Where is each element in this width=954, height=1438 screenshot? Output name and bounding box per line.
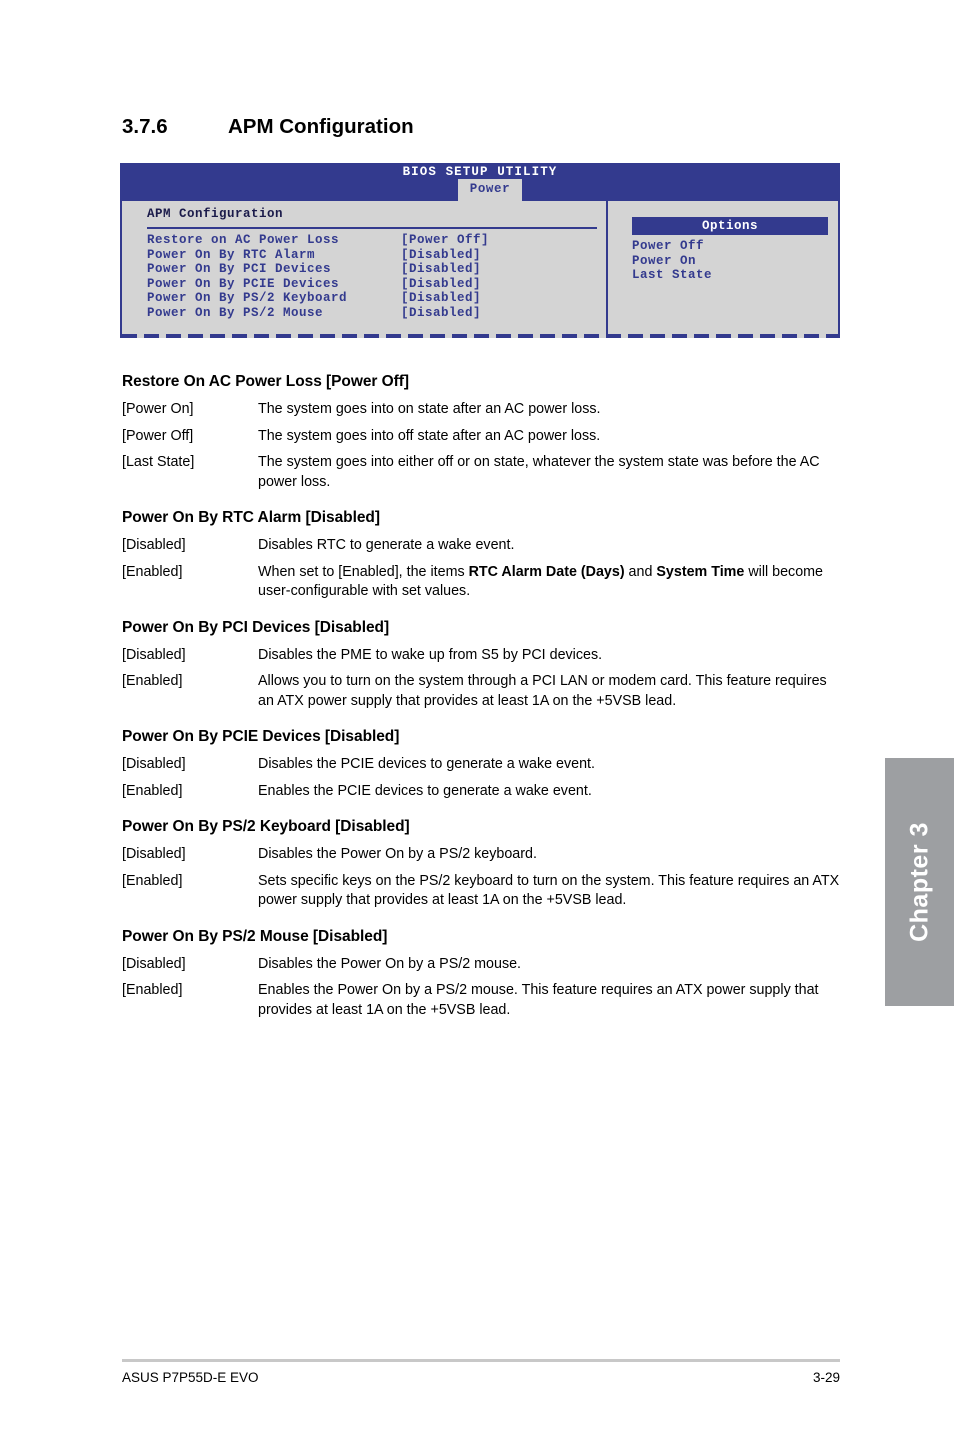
setting-description-block: Power On By PCI Devices [Disabled] [Disab…: [122, 619, 840, 712]
bios-option-item[interactable]: Power Off: [632, 239, 712, 254]
setting-heading: Power On By PCIE Devices [Disabled]: [122, 728, 400, 745]
bios-setting-label: Power On By RTC Alarm: [147, 247, 316, 262]
bios-tab-power[interactable]: Power: [458, 179, 522, 201]
definition-row: [Enabled] Enables the PCIE devices to gen…: [122, 782, 840, 802]
definition-term: [Enabled]: [122, 982, 183, 998]
chapter-tab-label: Chapter 3: [905, 822, 933, 942]
bios-panel-heading: APM Configuration: [147, 207, 284, 221]
definition-row: [Disabled] Disables the Power On by a PS/…: [122, 845, 840, 865]
definition-description: The system goes into off state after an …: [258, 427, 601, 444]
definition-row: [Power Off] The system goes into off stat…: [122, 427, 840, 447]
definition-description: Disables RTC to generate a wake event.: [258, 537, 515, 553]
definition-row: [Enabled] When set to [Enabled], the item…: [122, 563, 840, 602]
bios-options-pane: Options Power Off Power On Last State: [608, 201, 838, 334]
bios-setting-value[interactable]: [Disabled]: [401, 262, 481, 277]
definition-row: [Disabled] Disables the Power On by a PS/…: [122, 955, 840, 975]
bios-settings-list: Restore on AC Power Loss [Power Off] Power…: [147, 233, 600, 321]
bios-titlebar: BIOS SETUP UTILITY Power: [120, 163, 840, 201]
definition-row: [Enabled] Allows you to turn on the syste…: [122, 672, 840, 711]
definition-description: Sets specific keys on the PS/2 keyboard …: [258, 872, 840, 909]
bios-setting-value[interactable]: [Disabled]: [401, 277, 481, 292]
bios-setting-row[interactable]: Power On By PCI Devices [Disabled]: [147, 262, 600, 277]
definition-description: The system goes into either off or on st…: [258, 454, 820, 490]
bios-setting-label: Power On By PCIE Devices: [147, 276, 340, 291]
setting-description-block: Power On By PCIE Devices [Disabled] [Disa…: [122, 728, 840, 801]
bios-setting-label: Power On By PS/2 Keyboard: [147, 291, 348, 306]
definition-term: [Disabled]: [122, 537, 186, 553]
bios-setting-value[interactable]: [Disabled]: [401, 248, 481, 263]
bios-setting-row[interactable]: Power On By PS/2 Mouse [Disabled]: [147, 306, 600, 321]
definition-row: [Last State] The system goes into either …: [122, 453, 840, 492]
section-number: 3.7.6: [122, 115, 168, 138]
definition-term: [Enabled]: [122, 563, 183, 580]
setting-heading: Restore On AC Power Loss [Power Off]: [122, 373, 410, 390]
setting-heading: Power On By PS/2 Keyboard [Disabled]: [122, 818, 410, 835]
definition-term: [Enabled]: [122, 872, 183, 889]
definition-term: [Disabled]: [122, 846, 186, 862]
definition-description: Disables the PME to wake up from S5 by P…: [258, 646, 603, 663]
bios-setting-label: Power On By PS/2 Mouse: [147, 305, 324, 320]
bios-options-header: Options: [632, 217, 828, 235]
section-title: APM Configuration: [228, 115, 414, 138]
definition-description: Disables the PCIE devices to generate a …: [258, 756, 595, 772]
bios-body: APM Configuration Restore on AC Power Lo…: [120, 201, 840, 338]
setting-description-block: Power On By RTC Alarm [Disabled] [Disable…: [122, 509, 840, 602]
definition-term: [Power Off]: [122, 427, 194, 444]
bios-setting-row[interactable]: Power On By PCIE Devices [Disabled]: [147, 277, 600, 292]
bios-setting-row[interactable]: Power On By PS/2 Keyboard [Disabled]: [147, 291, 600, 306]
definition-row: [Enabled] Sets specific keys on the PS/2 …: [122, 872, 840, 911]
definition-description: Disables the Power On by a PS/2 mouse.: [258, 955, 522, 972]
definition-row: [Disabled] Disables the PCIE devices to g…: [122, 755, 840, 775]
definition-term: [Power On]: [122, 401, 194, 417]
bios-setting-row[interactable]: Power On By RTC Alarm [Disabled]: [147, 248, 600, 263]
setting-description-block: Power On By PS/2 Keyboard [Disabled] [Dis…: [122, 818, 840, 911]
bios-setting-label: Restore on AC Power Loss: [147, 233, 340, 247]
definition-row: [Enabled] Enables the Power On by a PS/2 …: [122, 981, 840, 1020]
setting-description-block: Restore On AC Power Loss [Power Off] [Pow…: [122, 373, 840, 492]
definition-term: [Disabled]: [122, 756, 186, 772]
definition-term: [Last State]: [122, 454, 195, 470]
definition-term: [Enabled]: [122, 782, 183, 799]
bios-setting-label: Power On By PCI Devices: [147, 262, 332, 277]
footer-divider: [122, 1359, 840, 1362]
chapter-tab: Chapter 3: [885, 758, 954, 1006]
setting-heading: Power On By RTC Alarm [Disabled]: [122, 509, 380, 526]
bios-setting-value[interactable]: [Disabled]: [401, 291, 481, 306]
definition-description: Disables the Power On by a PS/2 keyboard…: [258, 846, 537, 862]
setting-heading: Power On By PCI Devices [Disabled]: [122, 618, 390, 636]
definition-description: Allows you to turn on the system through…: [258, 673, 827, 709]
definition-description: Enables the PCIE devices to generate a w…: [258, 782, 592, 799]
definition-row: [Disabled] Disables RTC to generate a wak…: [122, 536, 840, 556]
bios-setting-row[interactable]: Restore on AC Power Loss [Power Off]: [147, 233, 600, 248]
definition-row: [Disabled] Disables the PME to wake up fr…: [122, 646, 840, 666]
bios-option-item[interactable]: Power On: [632, 254, 712, 269]
definition-description: The system goes into on state after an A…: [258, 401, 601, 417]
definition-term: [Disabled]: [122, 646, 186, 663]
setting-heading: Power On By PS/2 Mouse [Disabled]: [122, 927, 388, 945]
bios-options-list: Power Off Power On Last State: [632, 239, 712, 283]
definition-term: [Disabled]: [122, 955, 186, 972]
definition-term: [Enabled]: [122, 673, 183, 689]
footer-page-number: 3-29: [812, 1370, 840, 1385]
bios-panel-rule: [147, 227, 597, 229]
definition-row: [Power On] The system goes into on state …: [122, 400, 840, 420]
bios-setting-value[interactable]: [Disabled]: [401, 306, 481, 321]
definition-description: When set to [Enabled], the items RTC Ala…: [258, 563, 824, 600]
bios-setting-value[interactable]: [Power Off]: [401, 233, 489, 248]
bios-settings-pane: APM Configuration Restore on AC Power Lo…: [122, 201, 606, 334]
bios-utility-title: BIOS SETUP UTILITY: [402, 165, 558, 179]
footer-product-name: ASUS P7P55D-E EVO: [122, 1370, 259, 1385]
bios-bottom-dashed-edge: [122, 334, 838, 338]
bios-screenshot-figure: BIOS SETUP UTILITY Power APM Configurati…: [120, 163, 840, 338]
bios-option-item[interactable]: Last State: [632, 268, 712, 283]
page-title: 3.7.6 APM Configuration: [122, 115, 842, 139]
settings-descriptions: Restore On AC Power Loss [Power Off] [Pow…: [122, 373, 840, 1037]
definition-description: Enables the Power On by a PS/2 mouse. Th…: [258, 982, 819, 1018]
setting-description-block: Power On By PS/2 Mouse [Disabled] [Disabl…: [122, 928, 840, 1021]
